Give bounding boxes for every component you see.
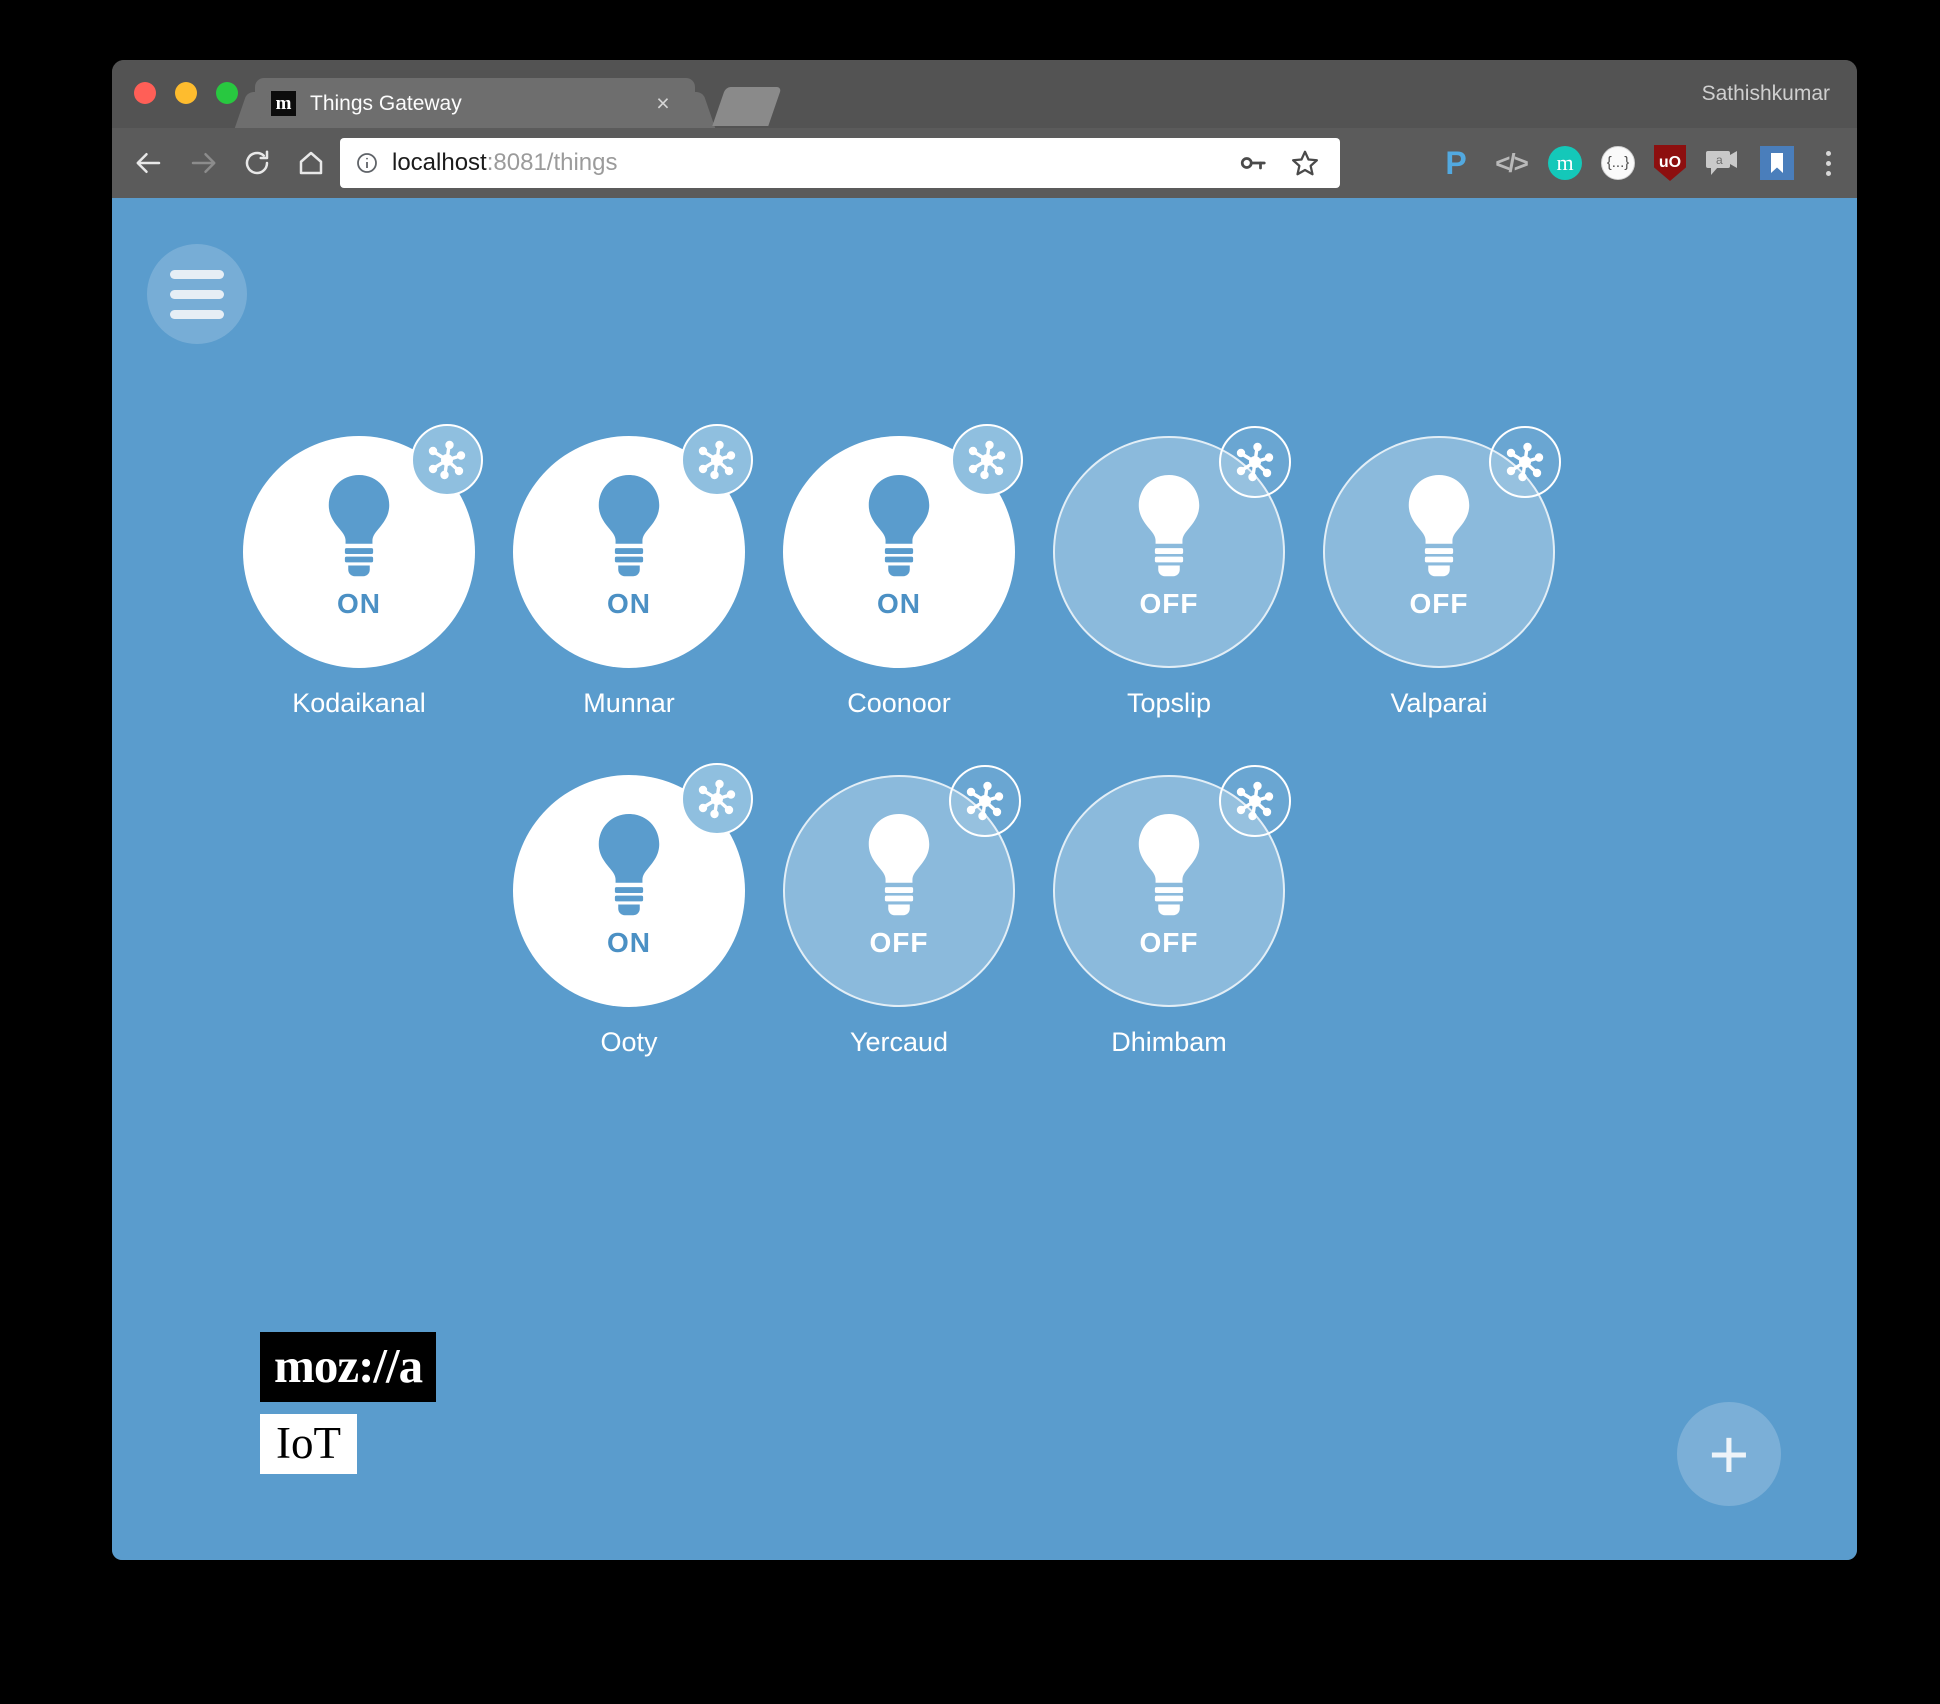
thing-toggle[interactable]: ON <box>783 424 1023 668</box>
window-minimize-button[interactable] <box>175 82 197 104</box>
back-arrow-icon[interactable] <box>126 140 172 186</box>
browser-profile-name[interactable]: Sathishkumar <box>1702 80 1830 108</box>
thing-name-label: Topslip <box>1126 688 1212 718</box>
thing-card-kodaikanal[interactable]: ON Kodaikanal <box>224 424 494 719</box>
thing-name-label: Munnar <box>583 688 675 718</box>
bookmark-manager-extension-icon[interactable] <box>1760 146 1794 180</box>
plus-icon: + <box>1708 1415 1750 1493</box>
thing-toggle[interactable]: OFF <box>1053 426 1291 668</box>
forward-arrow-icon[interactable] <box>180 140 226 186</box>
tab-close-icon[interactable]: × <box>651 91 675 115</box>
add-thing-button[interactable]: + <box>1677 1402 1781 1506</box>
thing-name-label: Coonoor <box>847 688 951 718</box>
things-gateway-page: ON Kodaikanal ON Munnar ON Coonoor OFF T… <box>112 198 1857 1560</box>
url-host: localhost <box>392 149 487 176</box>
ublock-origin-extension-icon[interactable]: uO <box>1654 145 1686 181</box>
thing-state-label: ON <box>877 588 921 619</box>
thing-state-label: OFF <box>869 927 929 958</box>
thing-detail-hub-icon[interactable] <box>411 424 483 496</box>
thing-toggle[interactable]: ON <box>513 763 753 1007</box>
url-text: localhost:8081/things <box>392 149 618 177</box>
thing-toggle[interactable]: ON <box>243 424 483 668</box>
window-maximize-button[interactable] <box>216 82 238 104</box>
thing-card-coonoor[interactable]: ON Coonoor <box>764 424 1034 719</box>
light-bulb-icon <box>328 474 390 577</box>
browser-extensions-bar: P </> m {...} uO a <box>1438 138 1843 188</box>
thing-toggle[interactable]: ON <box>513 424 753 668</box>
browser-tab-active[interactable]: m Things Gateway × <box>255 78 695 128</box>
key-icon[interactable] <box>1238 148 1268 178</box>
light-bulb-icon <box>598 813 660 916</box>
code-viewer-extension-icon[interactable]: </> <box>1493 145 1529 181</box>
thing-state-label: OFF <box>1139 927 1199 958</box>
thing-name-label: Dhimbam <box>1111 1027 1227 1057</box>
tab-title: Things Gateway <box>310 92 462 115</box>
light-bulb-icon <box>1138 474 1200 577</box>
info-circle-icon[interactable] <box>355 151 379 175</box>
hamburger-menu-icon[interactable] <box>147 244 247 344</box>
pocket-extension-icon[interactable]: P <box>1438 145 1474 181</box>
thing-detail-hub-icon[interactable] <box>1219 765 1291 837</box>
new-tab-button[interactable] <box>712 87 782 126</box>
star-outline-icon[interactable] <box>1290 148 1320 178</box>
metamask-extension-icon[interactable]: m <box>1548 146 1582 180</box>
thing-state-label: OFF <box>1139 588 1199 619</box>
things-grid: ON Kodaikanal ON Munnar ON Coonoor OFF T… <box>224 424 1694 1114</box>
thing-toggle[interactable]: OFF <box>1053 765 1291 1007</box>
thing-name-label: Valparai <box>1390 688 1488 718</box>
light-bulb-icon <box>1138 813 1200 916</box>
thing-state-label: OFF <box>1409 588 1469 619</box>
tab-favicon-icon: m <box>271 91 296 116</box>
thing-detail-hub-icon[interactable] <box>681 763 753 835</box>
svg-text:a: a <box>1716 153 1723 167</box>
thing-state-label: ON <box>337 588 381 619</box>
chrome-menu-icon[interactable] <box>1813 145 1843 181</box>
thing-toggle[interactable]: OFF <box>783 765 1021 1007</box>
thing-detail-hub-icon[interactable] <box>1219 426 1291 498</box>
json-viewer-extension-icon[interactable]: {...} <box>1601 146 1635 180</box>
thing-card-valparai[interactable]: OFF Valparai <box>1304 426 1574 719</box>
thing-name-label: Yercaud <box>849 1027 949 1057</box>
thing-state-label: ON <box>607 588 651 619</box>
light-bulb-icon <box>868 474 930 577</box>
thing-name-label: Ooty <box>600 1027 658 1057</box>
browser-tab-strip: m Things Gateway × Sathishkumar <box>112 60 1857 128</box>
thing-card-munnar[interactable]: ON Munnar <box>494 424 764 719</box>
mozilla-wordmark: moz://a <box>260 1332 437 1402</box>
thing-toggle[interactable]: OFF <box>1323 426 1561 668</box>
thing-name-label: Kodaikanal <box>292 688 426 718</box>
home-icon[interactable] <box>288 140 334 186</box>
thing-detail-hub-icon[interactable] <box>951 424 1023 496</box>
url-path: :8081/things <box>486 149 618 176</box>
light-bulb-icon <box>598 474 660 577</box>
thing-detail-hub-icon[interactable] <box>949 765 1021 837</box>
chat-extension-icon[interactable]: a <box>1705 149 1741 177</box>
thing-card-topslip[interactable]: OFF Topslip <box>1034 426 1304 719</box>
things-row: ON <box>224 763 1694 1058</box>
thing-card-dhimbam[interactable]: OFF Dhimbam <box>1034 765 1304 1058</box>
window-traffic-lights <box>134 82 238 104</box>
window-close-button[interactable] <box>134 82 156 104</box>
thing-card-yercaud[interactable]: OFF Yercaud <box>764 765 1034 1058</box>
thing-card-ooty[interactable]: ON Ooty <box>494 763 764 1058</box>
thing-detail-hub-icon[interactable] <box>681 424 753 496</box>
things-row: ON <box>224 424 1694 719</box>
iot-wordmark: IoT <box>260 1414 357 1474</box>
light-bulb-icon <box>868 813 930 916</box>
browser-window: m Things Gateway × Sathishkumar localhos… <box>112 60 1857 1560</box>
light-bulb-icon <box>1408 474 1470 577</box>
address-bar[interactable]: localhost:8081/things <box>340 138 1340 188</box>
thing-state-label: ON <box>607 927 651 958</box>
reload-icon[interactable] <box>234 140 280 186</box>
thing-detail-hub-icon[interactable] <box>1489 426 1561 498</box>
omnibox-actions <box>1238 148 1340 178</box>
mozilla-iot-logo: moz://a IoT <box>260 1332 437 1474</box>
browser-toolbar: localhost:8081/things P </> m {...} uO a <box>112 128 1857 198</box>
